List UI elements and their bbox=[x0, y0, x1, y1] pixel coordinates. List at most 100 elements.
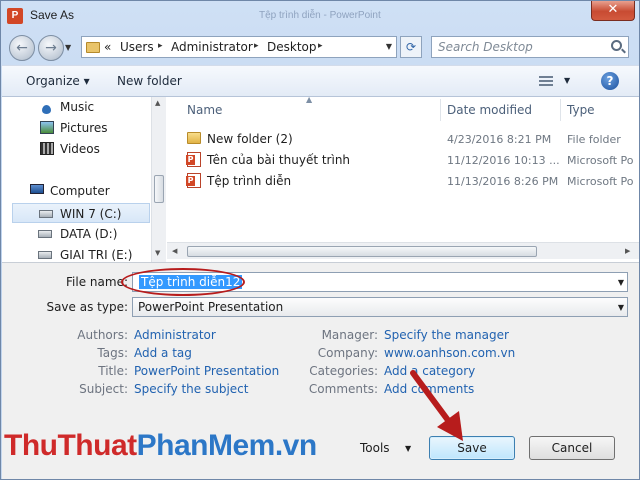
address-bar[interactable]: « Users ▸ Administrator ▸ Desktop ▸ ▼ bbox=[81, 36, 397, 58]
breadcrumb-separator-icon[interactable]: ▸ bbox=[318, 41, 323, 51]
pictures-icon bbox=[40, 121, 54, 134]
sidebar-item-music[interactable]: Music bbox=[2, 97, 152, 117]
save-as-type-select[interactable]: PowerPoint Presentation ▼ bbox=[132, 297, 628, 317]
scroll-left-icon[interactable]: ◀ bbox=[172, 247, 177, 255]
sidebar-item-pictures[interactable]: Pictures bbox=[2, 118, 152, 138]
categories-label: Categories: bbox=[309, 364, 378, 378]
sidebar-item-label: Pictures bbox=[60, 121, 108, 135]
subject-value[interactable]: Specify the subject bbox=[134, 382, 248, 396]
forward-button[interactable]: → bbox=[38, 35, 64, 61]
authors-value[interactable]: Administrator bbox=[134, 328, 216, 342]
cancel-button[interactable]: Cancel bbox=[529, 436, 615, 460]
manager-label: Manager: bbox=[321, 328, 378, 342]
authors-label: Authors: bbox=[77, 328, 128, 342]
sidebar-item-label: Videos bbox=[60, 142, 100, 156]
company-value[interactable]: www.oanhson.com.vn bbox=[384, 346, 515, 360]
column-divider[interactable] bbox=[440, 99, 441, 121]
refresh-button[interactable]: ⟳ bbox=[400, 36, 422, 58]
table-row[interactable]: Tệp trình diễn 11/13/2016 8:26 PM Micros… bbox=[167, 170, 639, 191]
file-list-horizontal-scrollbar[interactable]: ◀ ▶ bbox=[167, 242, 639, 259]
search-icon bbox=[611, 40, 622, 51]
sidebar-item-computer[interactable]: Computer bbox=[2, 181, 152, 201]
folder-icon bbox=[86, 42, 100, 53]
title-label: Title: bbox=[98, 364, 128, 378]
scrollbar-thumb[interactable] bbox=[154, 175, 164, 203]
column-header-name[interactable]: Name bbox=[187, 97, 222, 121]
save-options-panel: File name: Tệp trình diễn12 ▼ Save as ty… bbox=[2, 262, 639, 479]
address-dropdown-icon[interactable]: ▼ bbox=[386, 42, 392, 51]
file-name: Tệp trình diễn bbox=[207, 174, 292, 188]
sidebar-item-label: Music bbox=[60, 100, 95, 114]
save-as-type-value: PowerPoint Presentation bbox=[138, 300, 284, 314]
file-date: 11/12/2016 10:13 ... bbox=[447, 154, 560, 167]
new-folder-button[interactable]: New folder bbox=[117, 74, 182, 88]
save-as-type-label: Save as type: bbox=[46, 300, 128, 314]
breadcrumb-administrator[interactable]: Administrator bbox=[171, 40, 253, 54]
recent-locations-dropdown[interactable]: ▼ bbox=[65, 43, 71, 52]
table-row[interactable]: New folder (2) 4/23/2016 8:21 PM File fo… bbox=[167, 128, 639, 149]
manager-value[interactable]: Specify the manager bbox=[384, 328, 509, 342]
comments-label: Comments: bbox=[308, 382, 378, 396]
watermark-part-a: ThuThuat bbox=[4, 429, 137, 462]
title-value[interactable]: PowerPoint Presentation bbox=[134, 364, 279, 378]
sidebar-item-data-drive[interactable]: DATA (D:) bbox=[2, 224, 152, 244]
navigation-pane-scrollbar[interactable]: ▲ ▼ bbox=[151, 97, 166, 262]
view-dropdown-icon[interactable]: ▼ bbox=[564, 76, 570, 85]
table-row[interactable]: Tên của bài thuyết trình 11/12/2016 10:1… bbox=[167, 149, 639, 170]
sidebar-item-label: GIAI TRI (E:) bbox=[60, 248, 133, 262]
scroll-down-icon[interactable]: ▼ bbox=[155, 249, 160, 257]
file-list: ▲ Name Date modified Type New folder (2)… bbox=[167, 95, 639, 262]
help-icon[interactable]: ? bbox=[601, 72, 619, 90]
folder-icon bbox=[187, 132, 201, 144]
command-toolbar: Organize ▾ New folder ▼ ? bbox=[2, 65, 639, 97]
chevron-down-icon[interactable]: ▼ bbox=[618, 278, 624, 287]
column-divider[interactable] bbox=[560, 99, 561, 121]
file-date: 4/23/2016 8:21 PM bbox=[447, 133, 552, 146]
drive-icon bbox=[38, 230, 52, 238]
breadcrumb-users[interactable]: Users bbox=[120, 40, 154, 54]
powerpoint-app-icon: P bbox=[7, 8, 23, 24]
sidebar-item-label: WIN 7 (C:) bbox=[60, 207, 122, 221]
chevron-down-icon[interactable]: ▼ bbox=[405, 444, 411, 453]
powerpoint-file-icon bbox=[186, 173, 201, 188]
close-button[interactable]: ✕ bbox=[591, 1, 635, 21]
chevron-down-icon[interactable]: ▼ bbox=[618, 303, 624, 312]
file-name: New folder (2) bbox=[207, 132, 293, 146]
watermark-part-b: PhanMem.vn bbox=[136, 429, 318, 462]
breadcrumb-separator-icon[interactable]: ▸ bbox=[158, 41, 163, 51]
column-header-date[interactable]: Date modified bbox=[447, 97, 532, 121]
powerpoint-file-icon bbox=[186, 152, 201, 167]
column-header-type[interactable]: Type bbox=[567, 97, 595, 121]
search-input[interactable]: Search Desktop bbox=[431, 36, 629, 58]
scroll-right-icon[interactable]: ▶ bbox=[625, 247, 630, 255]
file-name-label: File name: bbox=[66, 275, 128, 289]
window-title: Save As bbox=[30, 8, 75, 22]
breadcrumb-separator-icon[interactable]: ▸ bbox=[254, 41, 259, 51]
drive-icon bbox=[38, 251, 52, 259]
scrollbar-thumb[interactable] bbox=[187, 246, 537, 257]
sidebar-item-label: DATA (D:) bbox=[60, 227, 118, 241]
organize-button[interactable]: Organize ▾ bbox=[26, 74, 90, 88]
drive-icon bbox=[39, 210, 53, 218]
breadcrumb-chevrons[interactable]: « bbox=[104, 40, 111, 54]
breadcrumb-desktop[interactable]: Desktop bbox=[267, 40, 317, 54]
company-label: Company: bbox=[317, 346, 378, 360]
tags-label: Tags: bbox=[97, 346, 128, 360]
music-icon bbox=[42, 105, 51, 114]
title-bar: P Save As Tệp trình diễn - PowerPoint ✕ bbox=[1, 1, 640, 31]
back-button[interactable]: ← bbox=[9, 35, 35, 61]
navigation-pane: Music Pictures Videos Computer WIN 7 (C:… bbox=[2, 97, 166, 262]
file-date: 11/13/2016 8:26 PM bbox=[447, 175, 559, 188]
sidebar-item-videos[interactable]: Videos bbox=[2, 139, 152, 159]
search-placeholder: Search Desktop bbox=[438, 40, 533, 54]
file-type: Microsoft Po bbox=[567, 154, 634, 167]
navigation-bar: ← → ▼ « Users ▸ Administrator ▸ Desktop … bbox=[1, 31, 640, 63]
tags-value[interactable]: Add a tag bbox=[134, 346, 192, 360]
scroll-up-icon[interactable]: ▲ bbox=[155, 99, 160, 107]
browser-content: Music Pictures Videos Computer WIN 7 (C:… bbox=[2, 95, 639, 262]
sort-ascending-icon: ▲ bbox=[306, 95, 313, 104]
sidebar-item-win7-drive[interactable]: WIN 7 (C:) bbox=[12, 203, 150, 223]
file-type: Microsoft Po bbox=[567, 175, 634, 188]
tools-button[interactable]: Tools bbox=[360, 441, 390, 455]
change-view-icon[interactable] bbox=[539, 76, 553, 87]
